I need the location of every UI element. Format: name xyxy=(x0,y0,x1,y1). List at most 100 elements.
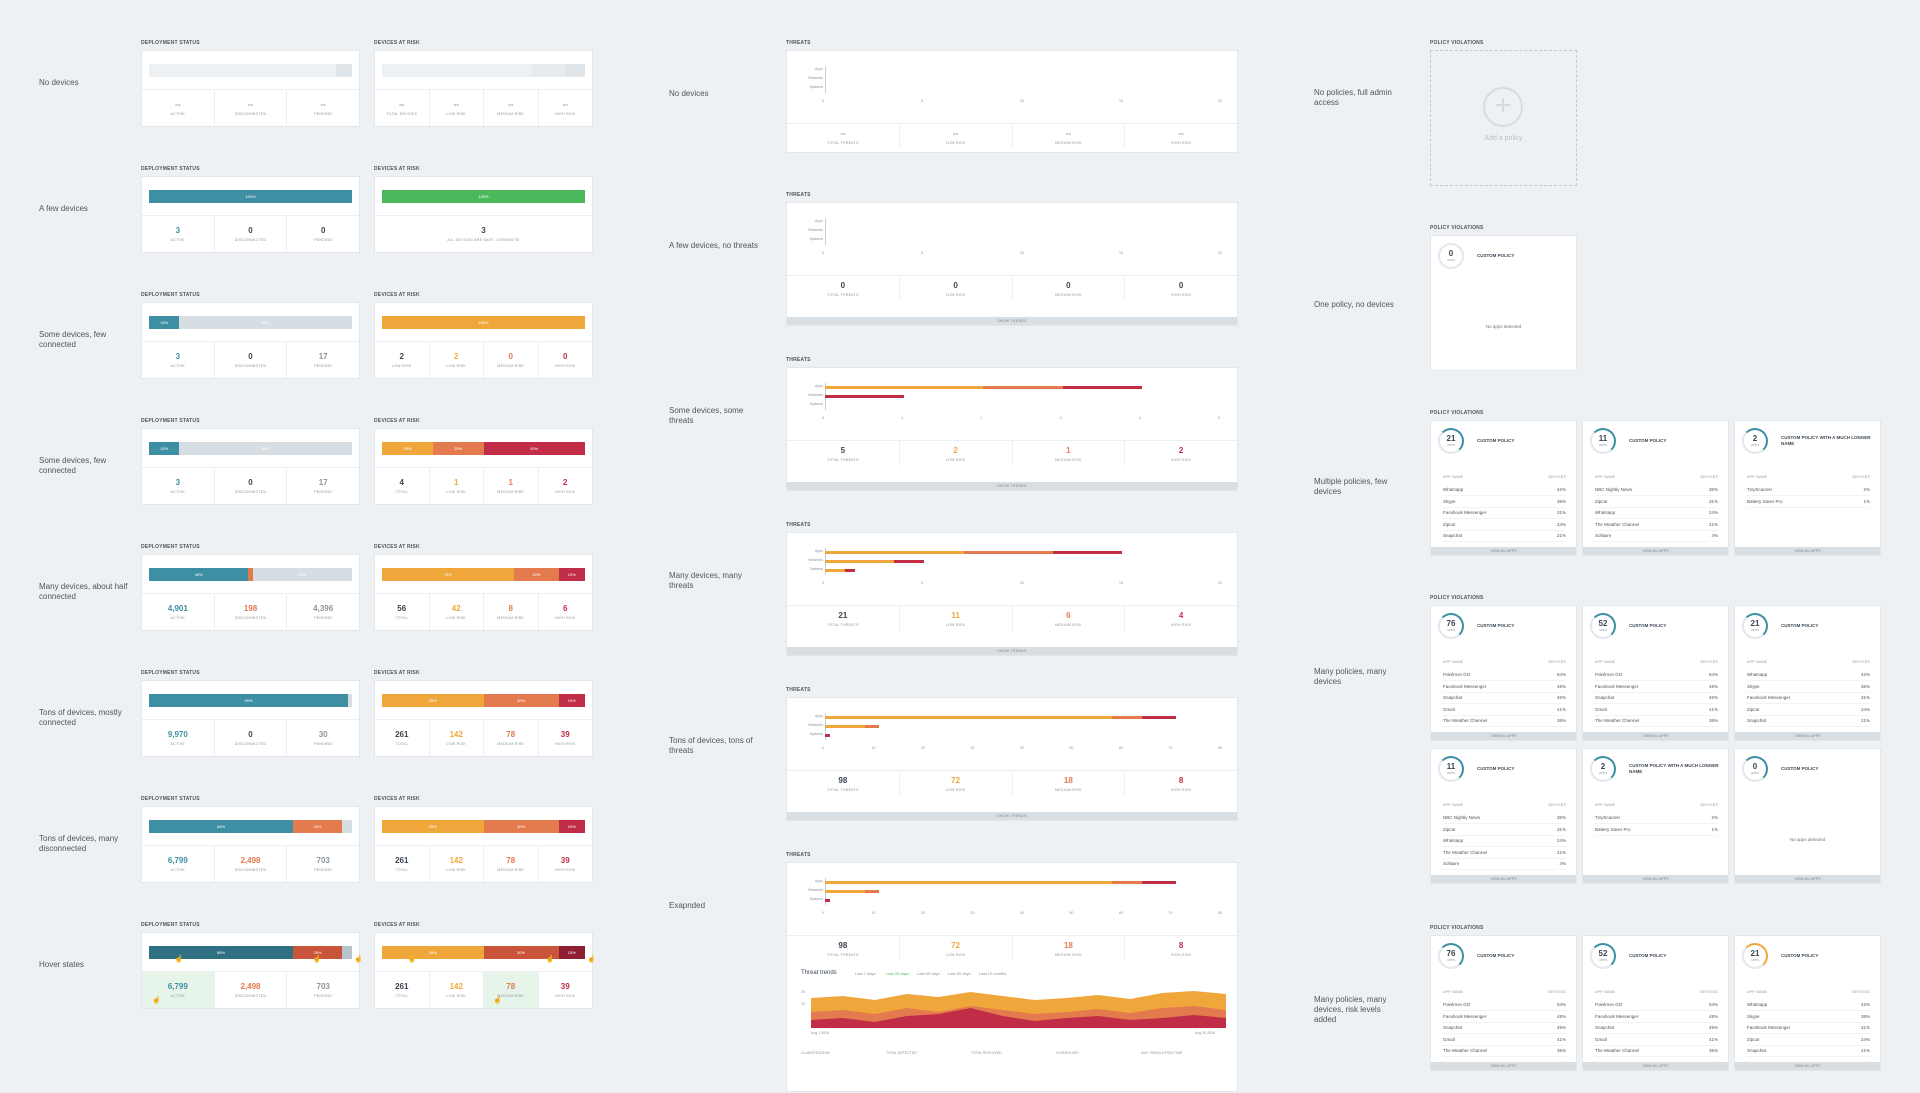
bar-segment[interactable]: 25% xyxy=(432,442,484,455)
view-all-apps-button[interactable]: VIEW ALL APPS xyxy=(1735,1062,1880,1070)
app-row[interactable]: Facebook Messenger 48% xyxy=(1595,681,1718,693)
threat-bar[interactable] xyxy=(825,881,1113,884)
stat-cell[interactable]: 8 HIGH RISK xyxy=(1124,936,1237,961)
stat-cell[interactable]: 2 LOW RISK xyxy=(375,342,429,378)
bar-segment[interactable] xyxy=(341,820,352,833)
view-all-apps-button[interactable]: VIEW ALL APPS xyxy=(1431,547,1576,555)
stat-cell[interactable]: 98 TOTAL THREATS xyxy=(787,936,899,961)
stat-cell[interactable]: 9,970 ACTIVE xyxy=(142,720,214,756)
stat-cell[interactable]: 18 MEDIUM RISK xyxy=(1011,936,1125,961)
policy-title[interactable]: CUSTOM POLICY xyxy=(1781,953,1871,959)
bar-segment[interactable]: 75% xyxy=(382,568,514,581)
stat-cell[interactable]: 39 HIGH RISK xyxy=(537,972,593,1008)
bar-segment[interactable]: 55% xyxy=(382,820,484,833)
app-row[interactable]: Snapchat 45% xyxy=(1595,1022,1718,1034)
view-all-apps-button[interactable]: VIEW ALL APPS xyxy=(1583,547,1728,555)
status-bar[interactable]: 68% 25% xyxy=(149,820,352,833)
policy-title[interactable]: CUSTOM POLICY xyxy=(1781,623,1871,629)
app-row[interactable]: The Weather Channel 36% xyxy=(1595,715,1718,727)
range-link[interactable]: Last 60 days xyxy=(917,971,940,976)
threat-bar[interactable] xyxy=(1112,716,1142,719)
stat-cell[interactable]: 0 LOW RISK xyxy=(898,276,1012,301)
app-row[interactable]: Zipcar 24% xyxy=(1747,704,1870,716)
stat-cell[interactable]: 8 HIGH RISK xyxy=(1124,771,1237,796)
app-row[interactable]: Gmail 41% xyxy=(1595,704,1718,716)
threat-bar[interactable] xyxy=(983,386,1063,389)
stat-cell[interactable]: 6 MEDIUM RISK xyxy=(1011,606,1125,631)
range-link[interactable]: Last 30 days xyxy=(886,971,909,976)
policy-title[interactable]: CUSTOM POLICY WITH A MUCH LONGER NAME xyxy=(1781,435,1871,447)
threat-bar[interactable] xyxy=(825,890,865,893)
status-bar[interactable]: 100% xyxy=(382,316,585,329)
stat-cell[interactable]: 2 LOW RISK xyxy=(428,342,484,378)
threat-bar[interactable] xyxy=(825,386,984,389)
view-all-apps-button[interactable]: VIEW ALL APPS xyxy=(1583,732,1728,740)
stat-cell[interactable]: 4,901 ACTIVE xyxy=(142,594,214,630)
app-row[interactable]: Gmail 41% xyxy=(1595,1034,1718,1046)
stat-cell[interactable]: 0 DISCONNECTED xyxy=(213,720,287,756)
status-bar[interactable]: 100% xyxy=(149,190,352,203)
app-row[interactable]: Skype 36% xyxy=(1443,496,1566,508)
policy-title[interactable]: CUSTOM POLICY xyxy=(1477,438,1567,444)
bar-segment[interactable]: 15% xyxy=(149,442,180,455)
threat-bar[interactable] xyxy=(864,890,880,893)
app-row[interactable]: The Weather Channel 21% xyxy=(1595,519,1718,531)
stat-cell[interactable]: 142 LOW RISK xyxy=(428,720,484,756)
view-all-apps-button[interactable]: VIEW ALL APPS xyxy=(1735,875,1880,883)
view-all-apps-button[interactable]: VIEW ALL APPS xyxy=(1583,1062,1728,1070)
app-row[interactable]: Whatsapp 24% xyxy=(1443,835,1566,847)
stat-cell[interactable]: 2 LOW RISK xyxy=(898,441,1012,466)
stat-cell[interactable]: 2,498 DISCONNECTED xyxy=(213,972,287,1008)
show-trends-button[interactable]: SHOW TRENDS xyxy=(787,647,1237,655)
bar-segment[interactable] xyxy=(532,64,565,77)
app-row[interactable]: The Weather Channel 21% xyxy=(1443,847,1566,859)
app-row[interactable]: The Weather Channel 36% xyxy=(1443,1045,1566,1057)
stat-cell[interactable]: 0 HIGH RISK xyxy=(537,342,593,378)
policy-title[interactable]: CUSTOM POLICY xyxy=(1477,253,1567,259)
stat-cell[interactable]: 261 TOTAL xyxy=(375,720,429,756)
app-row[interactable]: TinyScanner 2% xyxy=(1595,812,1718,824)
app-row[interactable]: Whatsapp 42% xyxy=(1443,484,1566,496)
stat-cell[interactable]: 5 TOTAL THREATS xyxy=(787,441,899,466)
show-trends-button[interactable]: SHOW TRENDS xyxy=(787,482,1237,490)
bar-segment[interactable] xyxy=(347,694,352,707)
app-row[interactable]: Pokémon GO 54% xyxy=(1443,669,1566,681)
bar-segment[interactable]: 15% xyxy=(513,568,559,581)
status-bar[interactable]: 25% 25% 50% xyxy=(382,442,585,455)
show-trends-button[interactable]: SHOW TRENDS xyxy=(787,317,1237,325)
stat-cell[interactable]: 1 MEDIUM RISK xyxy=(1011,441,1125,466)
app-row[interactable]: TinyScanner 2% xyxy=(1747,484,1870,496)
bar-segment[interactable]: 100% xyxy=(149,190,352,203)
app-row[interactable]: Pokémon GO 54% xyxy=(1443,999,1566,1011)
status-bar[interactable]: 100% xyxy=(382,190,585,203)
status-bar[interactable]: 55% 30% 15% xyxy=(382,694,585,707)
bar-segment[interactable]: 10% xyxy=(558,568,585,581)
policy-title[interactable]: CUSTOM POLICY xyxy=(1477,953,1567,959)
app-row[interactable]: Zipcar 24% xyxy=(1443,519,1566,531)
stat-cell[interactable]: 72 LOW RISK xyxy=(898,771,1012,796)
bar-segment[interactable] xyxy=(382,64,533,77)
stat-cell[interactable]: 18 MEDIUM RISK xyxy=(1011,771,1125,796)
threat-bar[interactable] xyxy=(1052,551,1122,554)
app-row[interactable]: Facebook Messenger 48% xyxy=(1595,1011,1718,1023)
policy-title[interactable]: CUSTOM POLICY xyxy=(1629,623,1719,629)
stat-cell[interactable]: 0 HIGH RISK xyxy=(1124,276,1237,301)
app-row[interactable]: Whatsapp 42% xyxy=(1747,999,1870,1011)
view-all-apps-button[interactable]: VIEW ALL APPS xyxy=(1735,732,1880,740)
threat-bar[interactable] xyxy=(844,569,855,572)
app-row[interactable]: Skype 36% xyxy=(1747,1011,1870,1023)
app-row[interactable]: Snapchat 45% xyxy=(1443,692,1566,704)
stat-cell[interactable]: 78 MEDIUM RISK xyxy=(483,720,538,756)
app-row[interactable]: Zipcar 24% xyxy=(1747,1034,1870,1046)
stat-cell[interactable]: 1 LOW RISK xyxy=(428,468,484,504)
bar-segment[interactable] xyxy=(149,64,336,77)
threat-bar[interactable] xyxy=(825,899,830,902)
stat-cell[interactable]: 3 ACTIVE xyxy=(142,342,214,378)
stat-cell[interactable]: 198 DISCONNECTED xyxy=(213,594,287,630)
range-link[interactable]: Last 7 days xyxy=(855,971,875,976)
threat-bar[interactable] xyxy=(963,551,1053,554)
status-bar[interactable]: 15% 85% xyxy=(149,442,352,455)
app-row[interactable]: Gmail 41% xyxy=(1443,704,1566,716)
bar-segment[interactable]: 99% xyxy=(149,694,348,707)
status-bar[interactable] xyxy=(382,64,585,77)
